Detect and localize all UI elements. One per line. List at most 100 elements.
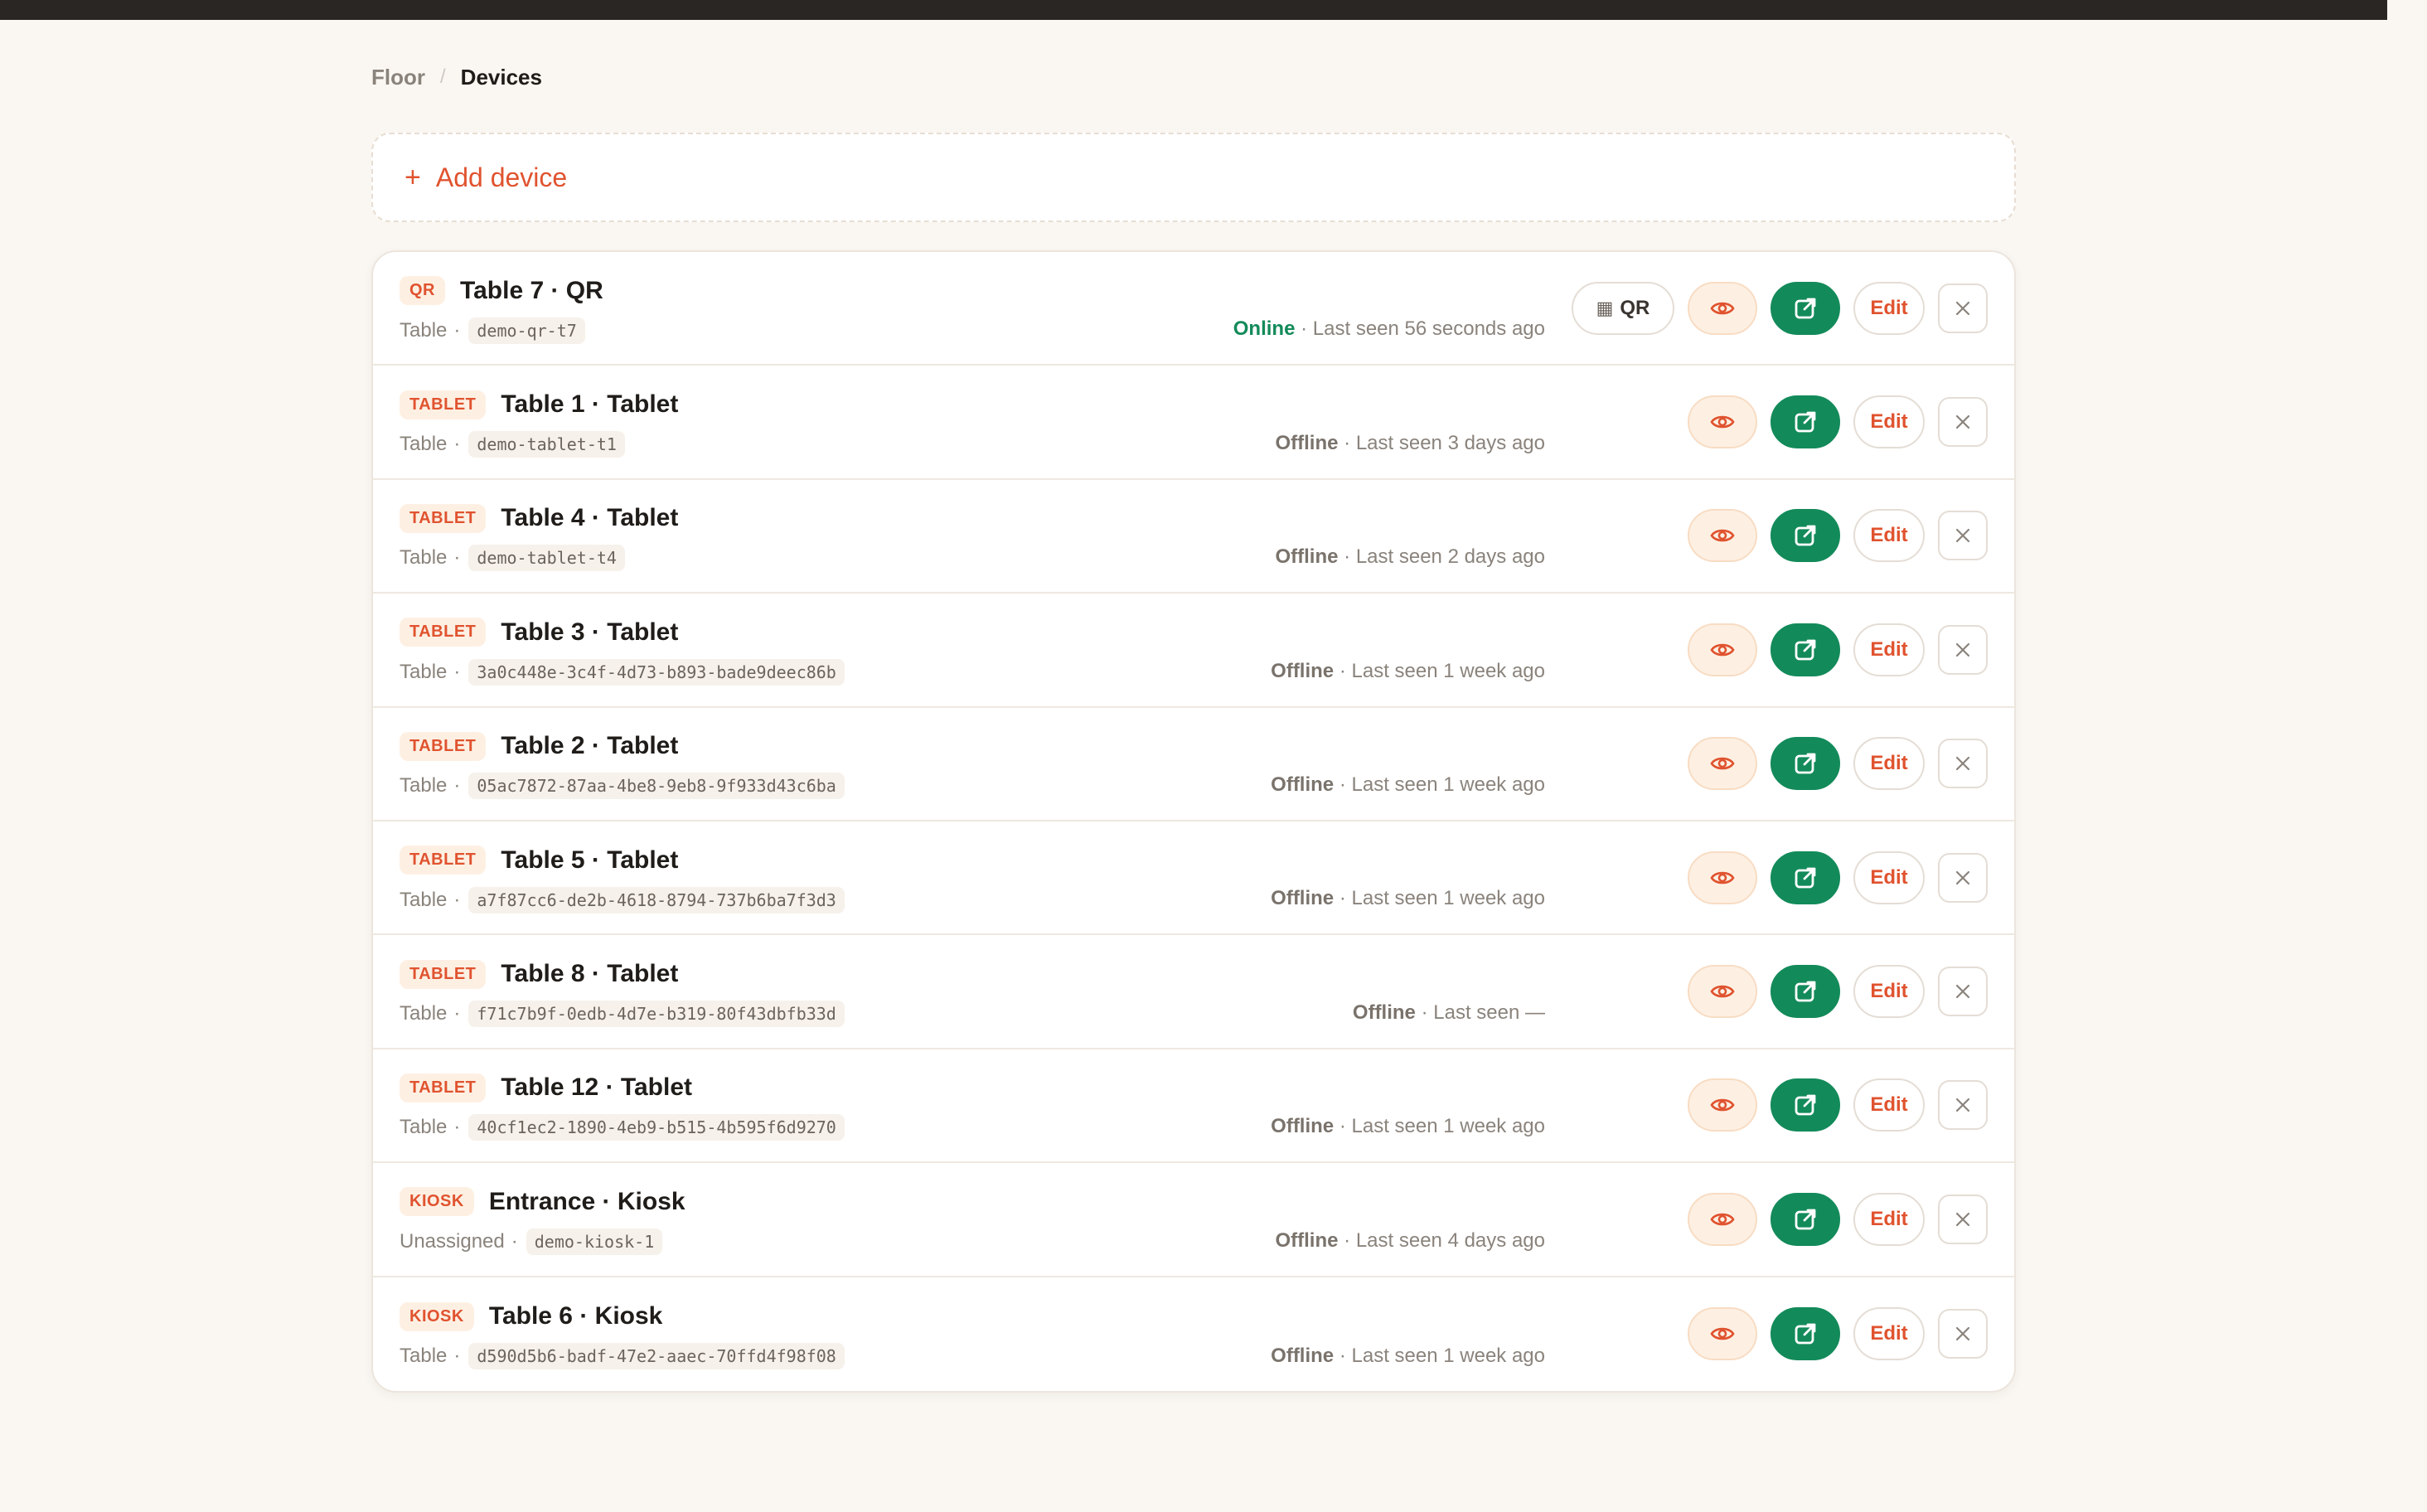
status-label: Offline xyxy=(1271,1115,1335,1138)
separator-dot: · xyxy=(511,1229,518,1253)
device-assignment: Table xyxy=(400,888,448,911)
edit-button[interactable]: Edit xyxy=(1853,737,1925,791)
device-assignment: Table xyxy=(400,318,448,342)
status-label: Offline xyxy=(1271,887,1335,910)
view-button[interactable] xyxy=(1688,850,1757,904)
open-device-button[interactable] xyxy=(1771,1192,1840,1246)
device-type-badge: QR xyxy=(400,276,445,306)
device-title: Table 12 · Tablet xyxy=(501,1073,693,1102)
edit-button[interactable]: Edit xyxy=(1853,281,1925,335)
status-separator: · xyxy=(1339,659,1352,682)
device-code: 3a0c448e-3c4f-4d73-b893-bade9deec86b xyxy=(468,658,845,686)
delete-button[interactable] xyxy=(1938,624,1988,675)
open-device-button[interactable] xyxy=(1771,737,1840,791)
delete-button[interactable] xyxy=(1938,967,1988,1017)
close-icon xyxy=(1954,299,1972,317)
edit-button[interactable]: Edit xyxy=(1853,965,1925,1019)
device-assignment: Table xyxy=(400,660,448,683)
eye-icon xyxy=(1710,1325,1735,1342)
device-status: Offline · Last seen 2 days ago xyxy=(1275,545,1545,569)
open-device-button[interactable] xyxy=(1771,850,1840,904)
eye-icon xyxy=(1710,414,1735,430)
view-button[interactable] xyxy=(1688,1192,1757,1246)
delete-button[interactable] xyxy=(1938,1194,1988,1244)
eye-icon xyxy=(1710,300,1735,317)
edit-button[interactable]: Edit xyxy=(1853,395,1925,449)
device-row: TABLET Table 1 · Tablet Table · demo-tab… xyxy=(373,366,2014,480)
device-assignment: Table xyxy=(400,546,448,569)
view-button[interactable] xyxy=(1688,1078,1757,1132)
status-label: Offline xyxy=(1352,1001,1416,1024)
last-seen: Last seen 1 week ago xyxy=(1351,1115,1546,1138)
device-actions: Edit xyxy=(1688,965,1988,1019)
status-label: Offline xyxy=(1271,1344,1335,1367)
device-actions: Edit xyxy=(1688,509,1988,563)
qr-button[interactable]: ▦ QR xyxy=(1572,281,1674,335)
device-actions: ▦ QR Edit xyxy=(1572,281,1988,335)
device-title-line: TABLET Table 12 · Tablet xyxy=(400,1068,1688,1107)
delete-button[interactable] xyxy=(1938,852,1988,903)
open-device-button[interactable] xyxy=(1771,509,1840,563)
delete-button[interactable] xyxy=(1938,283,1988,333)
view-button[interactable] xyxy=(1688,509,1757,563)
external-link-icon xyxy=(1793,1207,1818,1232)
status-label: Online xyxy=(1233,317,1296,341)
open-device-button[interactable] xyxy=(1771,395,1840,449)
external-link-icon xyxy=(1793,296,1818,321)
device-title-line: TABLET Table 3 · Tablet xyxy=(400,613,1688,652)
device-title: Table 1 · Tablet xyxy=(501,390,679,419)
eye-icon xyxy=(1710,983,1735,1000)
device-assignment: Unassigned xyxy=(400,1229,505,1253)
device-type-badge: TABLET xyxy=(400,390,487,419)
open-device-button[interactable] xyxy=(1771,1307,1840,1361)
delete-button[interactable] xyxy=(1938,397,1988,448)
device-title: Table 7 · QR xyxy=(460,276,603,304)
view-button[interactable] xyxy=(1688,737,1757,791)
device-title-line: TABLET Table 1 · Tablet xyxy=(400,385,1688,424)
view-button[interactable] xyxy=(1688,965,1757,1019)
device-status: Offline · Last seen 1 week ago xyxy=(1271,1115,1545,1138)
device-code: f71c7b9f-0edb-4d7e-b319-80f43dbfb33d xyxy=(468,1001,845,1028)
device-code: demo-kiosk-1 xyxy=(526,1228,663,1255)
edit-button[interactable]: Edit xyxy=(1853,1192,1925,1246)
edit-button[interactable]: Edit xyxy=(1853,1078,1925,1132)
delete-button[interactable] xyxy=(1938,511,1988,561)
device-code: d590d5b6-badf-47e2-aaec-70ffd4f98f08 xyxy=(468,1343,845,1370)
delete-button[interactable] xyxy=(1938,1309,1988,1359)
status-separator: · xyxy=(1339,1115,1352,1138)
open-device-button[interactable] xyxy=(1771,1078,1840,1132)
breadcrumb-floor-link[interactable]: Floor xyxy=(371,65,425,90)
view-button[interactable] xyxy=(1688,1307,1757,1361)
open-device-button[interactable] xyxy=(1771,965,1840,1019)
open-device-button[interactable] xyxy=(1771,623,1840,676)
device-status: Offline · Last seen 4 days ago xyxy=(1275,1229,1545,1253)
edit-button[interactable]: Edit xyxy=(1853,1307,1925,1361)
device-row: KIOSK Entrance · Kiosk Unassigned · demo… xyxy=(373,1163,2014,1277)
view-button[interactable] xyxy=(1688,623,1757,676)
edit-button[interactable]: Edit xyxy=(1853,850,1925,904)
status-label: Offline xyxy=(1275,545,1339,569)
external-link-icon xyxy=(1793,637,1818,662)
close-icon xyxy=(1954,526,1972,545)
view-button[interactable] xyxy=(1688,281,1757,335)
close-icon xyxy=(1954,413,1972,431)
device-status: Offline · Last seen 3 days ago xyxy=(1275,432,1545,455)
status-separator: · xyxy=(1421,1001,1434,1024)
device-assignment: Table xyxy=(400,774,448,797)
edit-button[interactable]: Edit xyxy=(1853,623,1925,676)
view-button[interactable] xyxy=(1688,395,1757,449)
status-separator: · xyxy=(1344,545,1356,569)
edit-button[interactable]: Edit xyxy=(1853,509,1925,563)
device-title-line: TABLET Table 2 · Tablet xyxy=(400,726,1688,766)
breadcrumb-separator: / xyxy=(440,65,446,88)
device-code: 05ac7872-87aa-4be8-9eb8-9f933d43c6ba xyxy=(468,773,845,800)
device-row: TABLET Table 2 · Tablet Table · 05ac7872… xyxy=(373,708,2014,821)
device-type-badge: KIOSK xyxy=(400,1301,474,1331)
close-icon xyxy=(1954,1210,1972,1228)
add-device-button[interactable]: + Add device xyxy=(371,133,2016,222)
device-title-line: TABLET Table 4 · Tablet xyxy=(400,498,1688,538)
external-link-icon xyxy=(1793,523,1818,548)
delete-button[interactable] xyxy=(1938,1080,1988,1131)
delete-button[interactable] xyxy=(1938,739,1988,789)
open-device-button[interactable] xyxy=(1771,281,1840,335)
